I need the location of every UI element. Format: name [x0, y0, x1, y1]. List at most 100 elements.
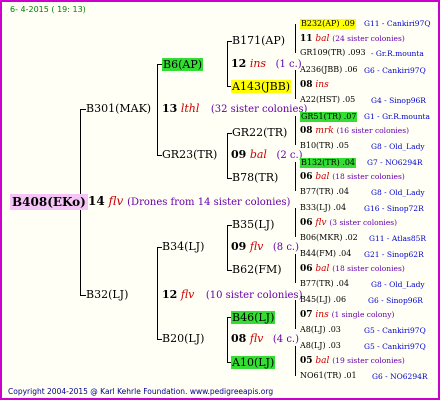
- l2-node-1[interactable]: B6(AP): [162, 58, 204, 71]
- connector: [227, 225, 228, 270]
- l4-top-7[interactable]: B45(LJ) .06: [300, 296, 346, 304]
- l4-note-5: (3 sister colonies): [329, 218, 398, 227]
- l4-top-6[interactable]: B44(FM) .04: [300, 250, 351, 258]
- l4-mutation-5: flv: [315, 218, 327, 228]
- l4-year-8: 05: [300, 356, 313, 366]
- l4-top-loc-3: G1 - Gr.R.mounta: [364, 112, 431, 121]
- l4-bot-4[interactable]: B77(TR) .04: [300, 188, 349, 196]
- l2-note-1: (1 c.): [275, 59, 302, 70]
- l4-bot-5[interactable]: B06(MKR) .02: [300, 234, 358, 242]
- l2-note-3: (8 c.): [272, 242, 299, 253]
- l4-mutation-8: bal: [315, 356, 330, 366]
- l4-mutation-4: bal: [315, 172, 330, 182]
- dam-mutation: flv: [180, 288, 195, 301]
- connector: [295, 300, 296, 329]
- connector: [157, 64, 158, 155]
- dam-year: 12: [162, 288, 178, 301]
- l2-info-2: 09 bal (2 c.): [231, 149, 303, 161]
- l2-note-4: (4 c.): [272, 334, 299, 345]
- connector: [227, 133, 228, 178]
- connector: [295, 24, 296, 53]
- root-queen[interactable]: B408(EKo): [10, 194, 88, 210]
- l4-note-3: (16 sister colonies): [336, 126, 410, 135]
- l4-top-loc-4: G7 - NO6294R: [367, 158, 423, 167]
- connector: [295, 208, 296, 237]
- l4-bot-loc-5: G11 - Atlas85R: [369, 234, 427, 243]
- l4-note-1: (24 sister colonies): [332, 34, 405, 43]
- root-note: (Drones from 14 sister colonies): [127, 197, 291, 208]
- l4-info-7: 07 ins (1 single colony): [300, 311, 394, 320]
- copyright-footer: Copyright 2004-2015 @ Karl Kehrle Founda…: [8, 387, 274, 396]
- l3-node-3[interactable]: GR22(TR): [232, 127, 287, 138]
- l4-top-2[interactable]: A236(JBB) .06: [300, 66, 358, 74]
- l4-bot-2[interactable]: A22(HST) .05: [300, 96, 355, 104]
- l4-bot-6[interactable]: B77(TR) .04: [300, 280, 349, 288]
- l4-note-4: (18 sister colonies): [332, 172, 405, 181]
- sire-note: (32 sister colonies): [210, 104, 308, 115]
- l4-info-6: 06 bal (18 sister colonies): [300, 265, 405, 274]
- l3-node-4[interactable]: B78(TR): [232, 172, 278, 183]
- l4-top-5[interactable]: B33(LJ) .04: [300, 204, 346, 212]
- l2-node-4[interactable]: B20(LJ): [162, 333, 204, 344]
- date-header: 6- 4-2015 ( 19: 13): [10, 5, 86, 14]
- dam-node[interactable]: B32(LJ): [86, 289, 128, 300]
- l4-bot-loc-8: G6 - NO6294R: [372, 372, 428, 381]
- connector: [227, 317, 228, 362]
- sire-year: 13: [162, 102, 178, 115]
- sire-info: 13 lthl (32 sister colonies): [162, 103, 307, 115]
- l4-bot-3[interactable]: B10(TR) .05: [300, 142, 349, 150]
- l3-node-1[interactable]: B171(AP): [232, 35, 285, 46]
- l4-bot-loc-2: G4 - Sinop96R: [371, 96, 426, 105]
- l4-mutation-7: ins: [315, 310, 329, 320]
- l2-node-3[interactable]: B34(LJ): [162, 241, 204, 252]
- l4-year-4: 06: [300, 172, 313, 182]
- l4-top-8[interactable]: A8(LJ) .03: [300, 342, 341, 350]
- l4-year-6: 06: [300, 264, 313, 274]
- connector: [295, 116, 296, 145]
- l4-note-8: (19 sister colonies): [332, 356, 405, 365]
- l4-top-1[interactable]: B232(AP) .09: [300, 19, 356, 29]
- l4-top-4[interactable]: B132(TR) .04: [300, 158, 357, 168]
- connector: [295, 254, 296, 283]
- l4-note-7: (1 single colony): [331, 310, 395, 319]
- connector: [157, 247, 158, 339]
- l4-year-1: 11: [300, 34, 313, 44]
- l2-year-1: 12: [231, 57, 247, 70]
- l4-year-3: 08: [300, 126, 313, 136]
- l4-top-loc-7: G6 - Sinop96R: [368, 296, 423, 305]
- l2-mutation-1: ins: [249, 57, 267, 70]
- l2-mutation-3: flv: [249, 240, 264, 253]
- l3-node-8[interactable]: A10(LJ): [231, 356, 276, 369]
- l2-info-4: 08 flv (4 c.): [231, 333, 299, 345]
- l3-node-2[interactable]: A143(JBB): [231, 80, 292, 93]
- dam-info: 12 flv (10 sister colonies): [162, 289, 302, 301]
- l4-info-4: 06 bal (18 sister colonies): [300, 173, 405, 182]
- l2-info-3: 09 flv (8 c.): [231, 241, 299, 253]
- l2-info-1: 12 ins (1 c.): [231, 58, 302, 70]
- l4-bot-loc-6: G8 - Old_Lady: [371, 280, 425, 289]
- l4-bot-loc-1: - Gr.R.mounta: [371, 49, 424, 58]
- l2-mutation-4: flv: [249, 332, 264, 345]
- l4-bot-7[interactable]: A8(LJ) .03: [300, 326, 341, 334]
- l4-note-6: (18 sister colonies): [332, 264, 405, 273]
- sire-node[interactable]: B301(MAK): [86, 103, 151, 114]
- connector: [295, 162, 296, 191]
- l2-year-4: 08: [231, 332, 247, 345]
- l4-bot-1[interactable]: GR109(TR) .093: [300, 49, 366, 57]
- l4-top-loc-2: G6 - Cankiri97Q: [364, 66, 426, 75]
- connector: [295, 346, 296, 376]
- l2-year-3: 09: [231, 240, 247, 253]
- l2-node-2[interactable]: GR23(TR): [162, 149, 217, 160]
- l4-top-3[interactable]: GR51(TR) .07: [300, 112, 358, 122]
- l4-bot-8[interactable]: NO61(TR) .01: [300, 372, 357, 380]
- connector: [295, 70, 296, 99]
- root-mutation: flv: [108, 194, 124, 208]
- l4-top-loc-5: G16 - Sinop72R: [364, 204, 424, 213]
- sire-mutation: lthl: [180, 102, 200, 115]
- l2-year-2: 09: [231, 148, 247, 161]
- l3-node-5[interactable]: B35(LJ): [232, 219, 274, 230]
- l3-node-7[interactable]: B46(LJ): [231, 311, 276, 324]
- l4-bot-loc-3: G8 - Old_Lady: [371, 142, 425, 151]
- l3-node-6[interactable]: B62(FM): [232, 264, 282, 275]
- dam-note: (10 sister colonies): [205, 290, 303, 301]
